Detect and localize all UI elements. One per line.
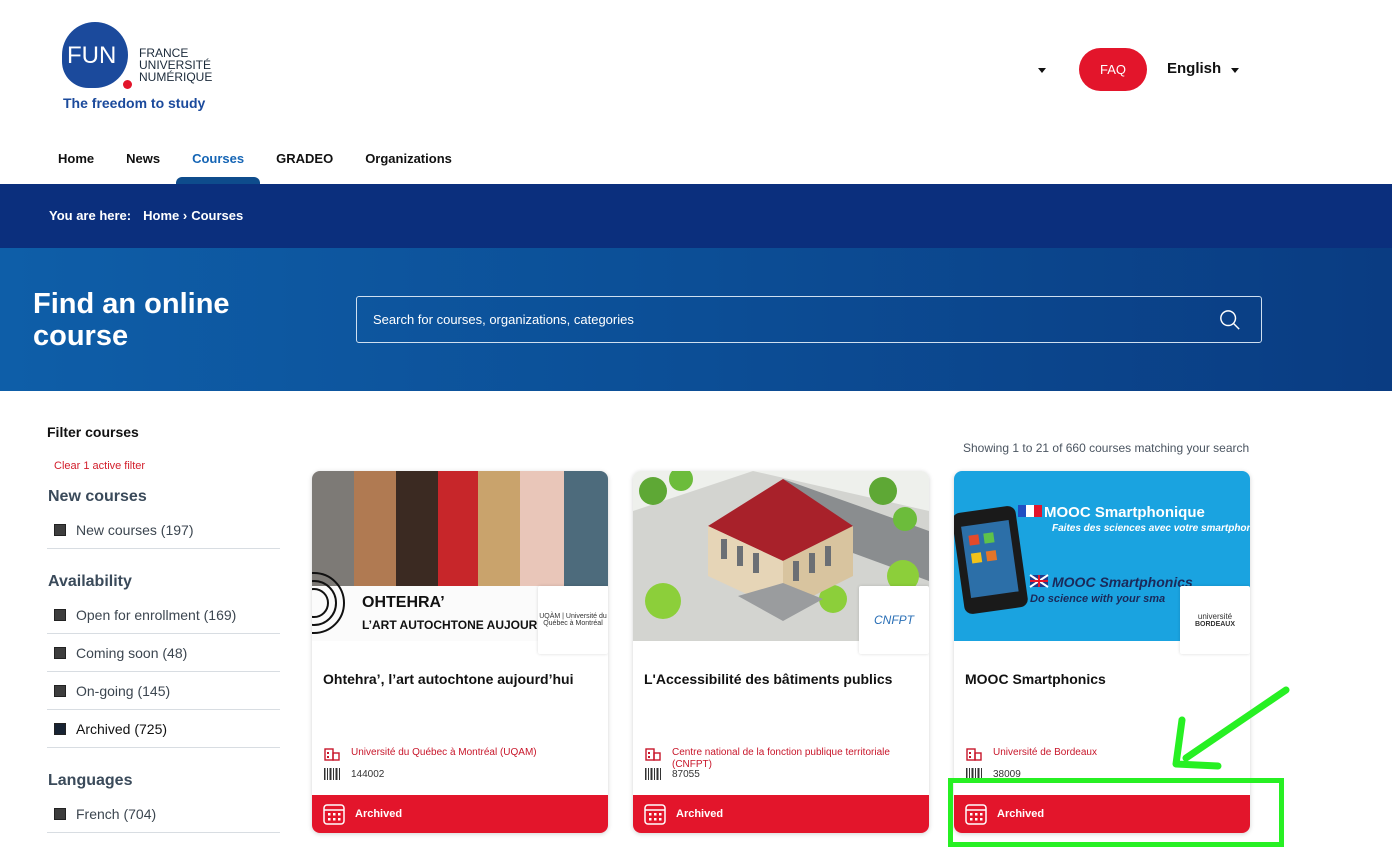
filter-option-coming-soon[interactable]: Coming soon (48) <box>47 634 280 672</box>
logo-line-3: NUMÉRIQUE <box>139 70 213 84</box>
organization-name: Centre national de la fonction publique … <box>672 747 890 770</box>
image-title-1: MOOC Smartphonique <box>1044 504 1205 521</box>
course-code: 144002 <box>323 767 384 781</box>
organization-name: Université du Québec à Montréal (UQAM) <box>351 747 537 758</box>
filter-option-label: On-going (145) <box>76 682 171 699</box>
annotation-highlight-box <box>948 778 1284 847</box>
course-code-value: 87055 <box>672 768 700 780</box>
logo-tagline: The freedom to study <box>63 95 206 111</box>
search-hero: Find an online course <box>0 248 1392 391</box>
faq-button[interactable]: FAQ <box>1079 48 1147 91</box>
site-header: FUN FRANCE UNIVERSITÉ NUMÉRIQUE The free… <box>0 0 1392 184</box>
course-status-bar: Archived <box>633 795 929 833</box>
image-subtitle-2: Do science with your sma <box>1030 593 1165 605</box>
logo-wordmark: FRANCE UNIVERSITÉ NUMÉRIQUE <box>139 47 212 83</box>
filter-option-label: New courses (197) <box>76 521 194 538</box>
image-title-2: MOOC Smartphonics <box>1052 574 1193 590</box>
course-code: 87055 <box>644 767 700 781</box>
filter-option-label: French (704) <box>76 805 157 822</box>
course-title[interactable]: L'Accessibilité des bâtiments publics <box>644 670 914 689</box>
barcode-icon <box>645 768 661 780</box>
nav-item-organizations[interactable]: Organizations <box>349 140 468 184</box>
organization-logo: CNFPT <box>859 586 929 654</box>
breadcrumb-current: Courses <box>191 208 244 223</box>
checkbox[interactable] <box>54 523 66 536</box>
calendar-icon <box>323 804 345 825</box>
filter-option-new-courses[interactable]: New courses (197) <box>47 511 280 549</box>
building-icon <box>966 748 982 761</box>
checkbox[interactable] <box>54 608 66 621</box>
nav-item-home[interactable]: Home <box>42 140 110 184</box>
annotation-arrow-icon <box>1172 686 1290 770</box>
user-menu-caret-icon[interactable] <box>1038 68 1046 73</box>
nav-item-gradeo[interactable]: GRADEO <box>260 140 349 184</box>
breadcrumb-prefix: You are here: <box>49 208 132 223</box>
course-code-value: 144002 <box>351 768 385 780</box>
course-card[interactable]: OHTEHRA’ L’ART AUTOCHTONE AUJOURD’HUI UQ… <box>312 471 608 833</box>
search-icon[interactable] <box>1219 309 1241 331</box>
filter-title: Filter courses <box>47 424 139 440</box>
breadcrumb-bar: You are here: Home › Courses <box>0 184 1392 248</box>
organization-logo-line-1: université <box>1197 612 1233 621</box>
filter-option-label: Archived (725) <box>76 720 168 737</box>
chevron-down-icon <box>1231 67 1240 73</box>
barcode-icon <box>324 768 340 780</box>
filter-group-availability: Availability <box>48 573 132 590</box>
filter-group-languages: Languages <box>48 772 133 789</box>
nav-item-courses[interactable]: Courses <box>176 140 261 184</box>
results-count: Showing 1 to 21 of 660 courses matching … <box>963 441 1250 455</box>
filter-option-open[interactable]: Open for enrollment (169) <box>47 596 280 634</box>
breadcrumb-home-link[interactable]: Home › <box>143 208 187 223</box>
calendar-icon <box>644 804 666 825</box>
search-input[interactable] <box>373 312 1193 327</box>
course-card[interactable]: CNFPT L'Accessibilité des bâtiments publ… <box>633 471 929 833</box>
image-subtitle-1: Faites des sciences avec votre smartphon… <box>1052 523 1250 534</box>
filter-option-french[interactable]: French (704) <box>47 795 280 833</box>
course-status: Archived <box>676 808 724 820</box>
page-title: Find an online course <box>33 288 230 352</box>
filter-group-new-courses: New courses <box>48 488 147 505</box>
checkbox[interactable] <box>54 807 66 820</box>
search-box[interactable] <box>356 296 1262 343</box>
filter-option-label: Open for enrollment (169) <box>76 606 237 623</box>
course-title[interactable]: Ohtehra’, l’art autochtone aujourd’hui <box>323 670 593 689</box>
organization-logo: université BORDEAUX <box>1180 586 1250 654</box>
filter-option-ongoing[interactable]: On-going (145) <box>47 672 280 710</box>
building-icon <box>324 748 340 761</box>
fun-logo[interactable]: FUN FRANCE UNIVERSITÉ NUMÉRIQUE The free… <box>62 22 232 114</box>
main-nav: Home News Courses GRADEO Organizations <box>42 140 468 184</box>
checkbox[interactable] <box>54 646 66 659</box>
filter-panel: Filter courses Clear 1 active filter New… <box>47 424 280 833</box>
language-label: English <box>1167 60 1222 77</box>
language-selector[interactable]: English <box>1167 60 1240 77</box>
logo-mark-text: FUN <box>67 42 117 69</box>
course-status-bar: Archived <box>312 795 608 833</box>
checkbox[interactable] <box>54 684 66 697</box>
nav-item-news[interactable]: News <box>110 140 176 184</box>
filter-option-label: Coming soon (48) <box>76 644 188 661</box>
clear-filters-link[interactable]: Clear 1 active filter <box>54 460 280 472</box>
logo-dot <box>123 80 132 89</box>
checkbox-checked[interactable] <box>54 722 66 735</box>
course-status: Archived <box>355 808 403 820</box>
filter-option-archived[interactable]: Archived (725) <box>47 710 280 748</box>
breadcrumb: You are here: Home › Courses <box>49 208 251 223</box>
organization-logo-line-2: BORDEAUX <box>1194 621 1236 628</box>
organization-logo: UQÀM | Université du Québec à Montréal <box>538 586 608 654</box>
image-title-1: OHTEHRA’ <box>362 594 445 611</box>
course-organization[interactable]: Université du Québec à Montréal (UQAM) <box>323 744 596 762</box>
building-icon <box>645 748 661 761</box>
